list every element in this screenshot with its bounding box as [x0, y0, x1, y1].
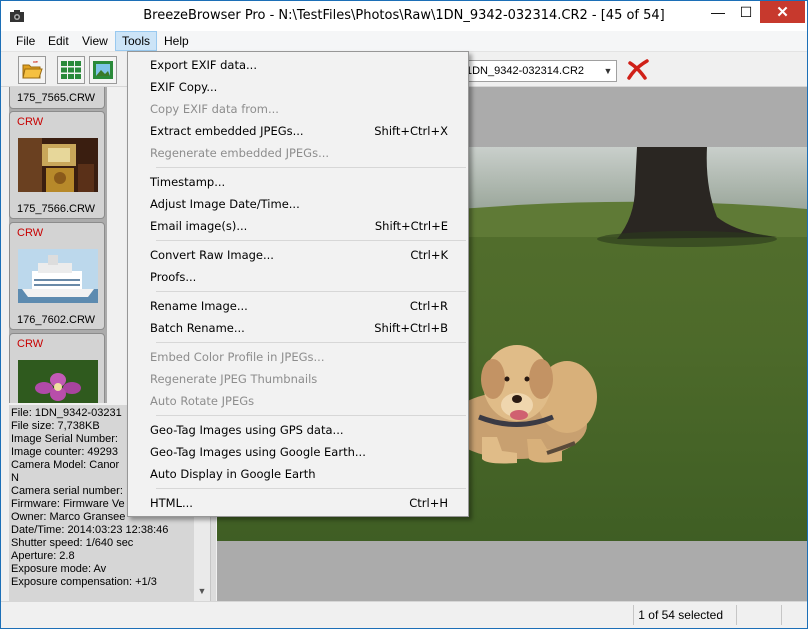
menu-item-label: Timestamp... [150, 175, 226, 189]
maximize-button[interactable]: ☐ [732, 1, 760, 23]
window-title: BreezeBrowser Pro - N:\TestFiles\Photos\… [143, 8, 665, 23]
menu-item-shortcut: Ctrl+R [409, 299, 448, 313]
menu-item-label: EXIF Copy... [150, 80, 218, 94]
thumbnail-name: 175_7566.CRW [17, 203, 96, 215]
menu-item-label: Extract embedded JPEGs... [150, 124, 304, 138]
menu-item-label: HTML... [150, 496, 193, 510]
menu-item-shortcut: Shift+Ctrl+X [374, 124, 448, 138]
menu-view[interactable]: View [76, 31, 114, 51]
menu-item-label: Geo-Tag Images using GPS data... [150, 423, 344, 437]
thumbnail-item[interactable]: CRW 176_7602.CRW [9, 222, 105, 330]
file-select-value: 1DN_9342-032314.CR2 [466, 65, 585, 77]
menu-item-label: Rename Image... [150, 299, 248, 313]
thumbnail-item[interactable]: CRW 175_7566.CRW [9, 111, 105, 219]
scroll-down-icon[interactable]: ▼ [194, 583, 210, 599]
menu-item-geotag-google-earth[interactable]: Geo-Tag Images using Google Earth... [130, 441, 466, 463]
menu-item-regenerate-thumbnails: Regenerate JPEG Thumbnails [130, 368, 466, 390]
menu-separator [156, 415, 466, 416]
menu-item-batch-rename[interactable]: Batch Rename... Shift+Ctrl+B [130, 317, 466, 339]
grid-view-button[interactable] [57, 56, 85, 84]
app-window: BreezeBrowser Pro - N:\TestFiles\Photos\… [0, 0, 808, 629]
menu-separator [156, 291, 466, 292]
menu-item-extract-jpegs[interactable]: Extract embedded JPEGs... Shift+Ctrl+X [130, 120, 466, 142]
thumbnail-image [18, 249, 98, 303]
menu-item-regenerate-jpegs: Regenerate embedded JPEGs... [130, 142, 466, 164]
menu-item-timestamp[interactable]: Timestamp... [130, 171, 466, 193]
menu-item-label: Auto Display in Google Earth [150, 467, 316, 481]
info-line: Shutter speed: 1/640 sec [11, 537, 134, 549]
menu-separator [156, 167, 466, 168]
menu-item-label: Auto Rotate JPEGs [150, 394, 255, 408]
thumbnail-name: 175_7565.CRW [17, 92, 96, 104]
menu-item-export-exif[interactable]: Export EXIF data... [130, 54, 466, 76]
menu-item-label: Adjust Image Date/Time... [150, 197, 300, 211]
thumbnail-name: 176_7602.CRW [17, 314, 96, 326]
folder-open-icon [22, 61, 43, 79]
minimize-button[interactable]: — [704, 1, 732, 23]
menu-item-label: Regenerate JPEG Thumbnails [150, 372, 318, 386]
tools-menu: Export EXIF data... EXIF Copy... Copy EX… [127, 51, 469, 517]
image-icon [93, 61, 113, 79]
menu-item-shortcut: Shift+Ctrl+E [374, 219, 448, 233]
delete-x-icon [627, 59, 649, 80]
menu-separator [156, 240, 466, 241]
chevron-down-icon[interactable]: ▼ [600, 61, 616, 81]
raw-format-tag: CRW [17, 338, 44, 350]
thumbnail-panel[interactable]: 175_7565.CRW CRW 175_7566.CRW CRW 176_76… [9, 87, 107, 403]
menu-item-auto-rotate: Auto Rotate JPEGs [130, 390, 466, 412]
menu-item-exif-copy[interactable]: EXIF Copy... [130, 76, 466, 98]
status-divider [781, 605, 782, 625]
info-line: Exposure mode: Av [11, 563, 107, 575]
status-divider [633, 605, 634, 625]
info-line: Exposure compensation: +1/3 [11, 576, 157, 588]
open-folder-button[interactable] [18, 56, 46, 84]
menu-edit[interactable]: Edit [42, 31, 75, 51]
thumbnail-image [18, 138, 98, 192]
menu-item-proofs[interactable]: Proofs... [130, 266, 466, 288]
menu-separator [156, 488, 466, 489]
menu-file[interactable]: File [10, 31, 41, 51]
delete-button[interactable] [623, 56, 653, 84]
menu-item-html[interactable]: HTML... Ctrl+H [130, 492, 466, 514]
menu-item-label: Export EXIF data... [150, 58, 257, 72]
raw-format-tag: CRW [17, 227, 44, 239]
thumbnail-item[interactable]: 175_7565.CRW [9, 87, 105, 109]
close-button[interactable]: ✕ [760, 1, 805, 23]
preview-view-button[interactable] [89, 56, 117, 84]
menu-item-geotag-gps[interactable]: Geo-Tag Images using GPS data... [130, 419, 466, 441]
menu-separator [156, 342, 466, 343]
menu-help[interactable]: Help [158, 31, 195, 51]
menu-item-shortcut: Ctrl+K [410, 248, 448, 262]
menu-item-adjust-date[interactable]: Adjust Image Date/Time... [130, 193, 466, 215]
menu-item-copy-exif-from: Copy EXIF data from... [130, 98, 466, 120]
menu-item-label: Proofs... [150, 270, 197, 284]
menu-item-rename[interactable]: Rename Image... Ctrl+R [130, 295, 466, 317]
menu-item-label: Convert Raw Image... [150, 248, 274, 262]
selection-status: 1 of 54 selected [638, 608, 723, 622]
menu-item-label: Batch Rename... [150, 321, 245, 335]
status-divider [736, 605, 737, 625]
status-bar: 1 of 54 selected [1, 601, 807, 628]
menu-bar: File Edit View Tools Help [1, 31, 807, 51]
raw-format-tag: CRW [17, 116, 44, 128]
menu-item-label: Email image(s)... [150, 219, 248, 233]
grid-icon [61, 61, 81, 79]
menu-item-shortcut: Ctrl+H [409, 496, 448, 510]
info-line: Aperture: 2.8 [11, 550, 75, 562]
title-bar[interactable]: BreezeBrowser Pro - N:\TestFiles\Photos\… [1, 1, 807, 31]
menu-item-label: Embed Color Profile in JPEGs... [150, 350, 325, 364]
menu-item-label: Geo-Tag Images using Google Earth... [150, 445, 366, 459]
menu-item-embed-profile: Embed Color Profile in JPEGs... [130, 346, 466, 368]
menu-item-convert-raw[interactable]: Convert Raw Image... Ctrl+K [130, 244, 466, 266]
thumbnail-item[interactable]: CRW [9, 333, 105, 403]
menu-item-email[interactable]: Email image(s)... Shift+Ctrl+E [130, 215, 466, 237]
thumbnail-image [18, 360, 98, 403]
info-line: Date/Time: 2014:03:23 12:38:46 [11, 524, 169, 536]
menu-item-auto-display-google-earth[interactable]: Auto Display in Google Earth [130, 463, 466, 485]
menu-item-label: Regenerate embedded JPEGs... [150, 146, 330, 160]
menu-item-shortcut: Shift+Ctrl+B [374, 321, 448, 335]
menu-item-label: Copy EXIF data from... [150, 102, 279, 116]
menu-tools[interactable]: Tools [115, 31, 158, 51]
